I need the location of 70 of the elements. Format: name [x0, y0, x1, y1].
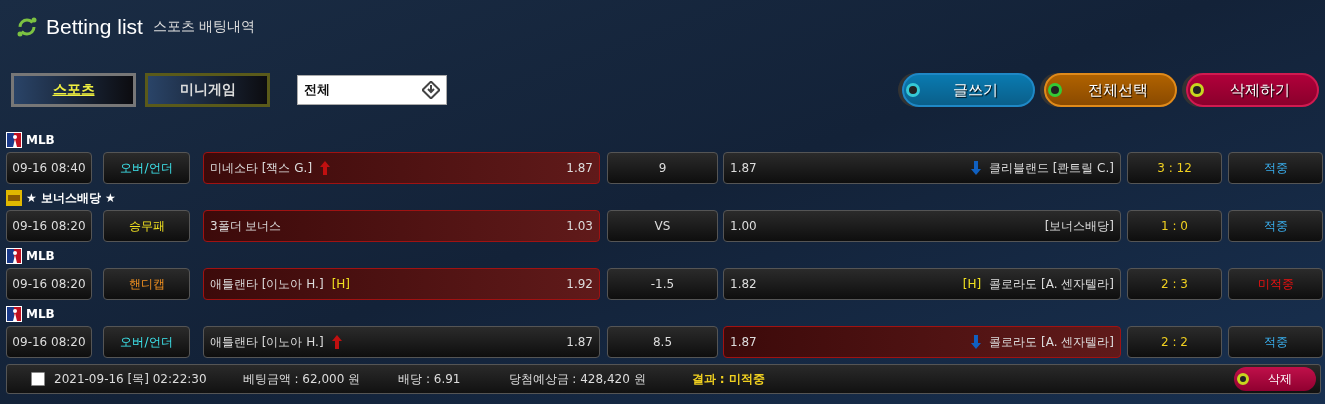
league-logo-icon: [6, 132, 22, 148]
handicap-tag: [H]: [331, 277, 350, 291]
result-cell: 적중: [1228, 152, 1323, 184]
total-odds: 배당 : 6.91: [398, 370, 461, 388]
handicap-tag: [H]: [962, 277, 982, 291]
line-cell: VS: [607, 210, 718, 242]
team-name: 클리블랜드 [콴트릴 C.]: [988, 159, 1114, 177]
line-cell: -1.5: [607, 268, 718, 300]
team-name: 콜로라도 [A. 센자텔라]: [989, 275, 1114, 293]
score-cell: 2 : 2: [1127, 326, 1222, 358]
league-name: ★ 보너스배당 ★: [26, 189, 116, 207]
action-button[interactable]: 삭제하기: [1186, 73, 1319, 107]
action-button[interactable]: 전체선택: [1044, 73, 1177, 107]
score-cell: 3 : 12: [1127, 152, 1222, 184]
home-odds-button[interactable]: 애틀랜타 [이노아 H.] 1.87: [203, 326, 600, 358]
bet-type-cell: 오버/언더: [103, 152, 190, 184]
bet-type-cell: 핸디캡: [103, 268, 190, 300]
away-odds-button[interactable]: 1.00 [보너스배당]: [723, 210, 1121, 242]
team-name: [보너스배당]: [1044, 217, 1114, 235]
away-odds-button[interactable]: 1.82 [H] 콜로라도 [A. 센자텔라]: [723, 268, 1121, 300]
odds-value: 1.92: [566, 277, 593, 291]
team-name: 3폴더 보너스: [210, 217, 282, 235]
odds-value: 1.03: [566, 219, 593, 233]
result-cell: 미적중: [1228, 268, 1323, 300]
league-logo-icon: [6, 248, 22, 264]
team-name: 애틀랜타 [이노아 H.]: [210, 275, 324, 293]
bet-amount: 베팅금액 : 62,000 원: [242, 370, 361, 388]
tab[interactable]: 미니게임: [145, 73, 270, 107]
team-name: 콜로라도 [A. 센자텔라]: [989, 333, 1114, 351]
odds-value: 1.00: [730, 219, 757, 233]
bet-type-cell: 오버/언더: [103, 326, 190, 358]
odds-value: 1.87: [730, 161, 757, 175]
odds-value: 1.87: [730, 335, 757, 349]
team-name: 미네소타 [잭스 G.]: [210, 159, 313, 177]
home-odds-button[interactable]: 미네소타 [잭스 G.] 1.87: [203, 152, 600, 184]
filter-select[interactable]: 전체: [297, 75, 447, 105]
line-cell: 8.5: [607, 326, 718, 358]
time-cell: 09-16 08:20: [6, 210, 92, 242]
league-name: MLB: [26, 133, 55, 147]
delete-button[interactable]: 삭제: [1234, 367, 1316, 391]
time-cell: 09-16 08:20: [6, 326, 92, 358]
odds-value: 1.82: [730, 277, 757, 291]
result-cell: 적중: [1228, 210, 1323, 242]
bet-result: 결과 : 미적중: [691, 370, 765, 388]
tab[interactable]: 스포츠: [11, 73, 136, 107]
bet-type-cell: 승무패: [103, 210, 190, 242]
team-name: 애틀랜타 [이노아 H.]: [210, 333, 324, 351]
bet-datetime: 2021-09-16 [목] 02:22:30: [54, 370, 207, 388]
bonus-icon: [6, 190, 22, 206]
result-cell: 적중: [1228, 326, 1323, 358]
checkbox[interactable]: [31, 372, 45, 386]
dropdown-icon: [422, 81, 440, 99]
away-odds-button[interactable]: 1.87 클리블랜드 [콴트릴 C.]: [723, 152, 1121, 184]
league-logo-icon: [6, 306, 22, 322]
home-odds-button[interactable]: 애틀랜타 [이노아 H.] [H] 1.92: [203, 268, 600, 300]
home-odds-button[interactable]: 3폴더 보너스 1.03: [203, 210, 600, 242]
score-cell: 1 : 0: [1127, 210, 1222, 242]
away-odds-button[interactable]: 1.87 콜로라도 [A. 센자텔라]: [723, 326, 1121, 358]
expected-payout: 당첨예상금 : 428,420 원: [508, 370, 646, 388]
league-name: MLB: [26, 249, 55, 263]
page-subtitle: 스포츠 배팅내역: [152, 18, 256, 36]
action-button[interactable]: 글쓰기: [902, 73, 1035, 107]
time-cell: 09-16 08:40: [6, 152, 92, 184]
time-cell: 09-16 08:20: [6, 268, 92, 300]
line-cell: 9: [607, 152, 718, 184]
odds-value: 1.87: [566, 161, 593, 175]
odds-value: 1.87: [566, 335, 593, 349]
page-title: Betting list: [46, 15, 143, 39]
score-cell: 2 : 3: [1127, 268, 1222, 300]
league-name: MLB: [26, 307, 55, 321]
